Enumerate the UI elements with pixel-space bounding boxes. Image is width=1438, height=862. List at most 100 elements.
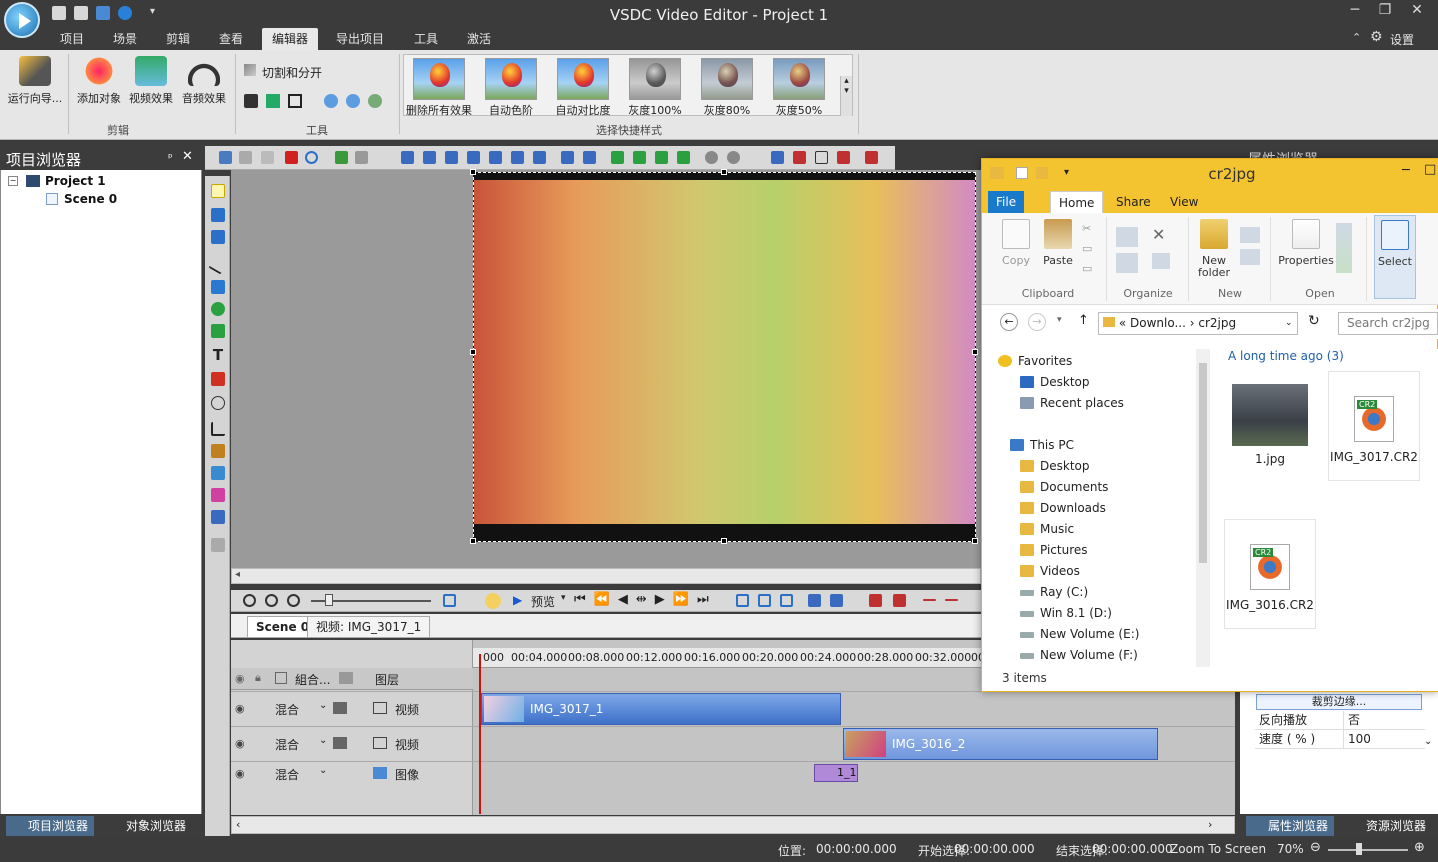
rotate-left-icon[interactable] <box>324 94 338 108</box>
nav-scrollbar[interactable] <box>1196 349 1210 667</box>
sprite-tool-icon[interactable] <box>211 230 225 244</box>
list-icon[interactable] <box>771 151 784 164</box>
refresh-icon[interactable]: ↻ <box>1308 313 1320 329</box>
text-tool-icon[interactable]: T <box>211 348 225 363</box>
callout-tool-icon[interactable] <box>211 396 225 410</box>
gallery-scroll[interactable]: ▴ ▾ <box>840 76 852 116</box>
copy-button[interactable]: Copy <box>998 219 1034 267</box>
style-gray-80[interactable] <box>701 58 753 100</box>
timeline-hscrollbar[interactable]: ‹ › <box>231 816 1235 834</box>
tab-properties[interactable]: 属性浏览器 <box>1246 816 1335 836</box>
explorer-minimize-button[interactable]: ─ <box>1402 163 1410 178</box>
style-auto-levels[interactable] <box>485 58 537 100</box>
send-back-icon[interactable] <box>677 151 690 164</box>
restore-button[interactable]: ❐ <box>1370 2 1400 24</box>
stabilize-icon[interactable] <box>368 94 382 108</box>
tab-activate[interactable]: 激活 <box>461 28 497 50</box>
undo-icon[interactable] <box>335 151 348 164</box>
audio-tool-icon[interactable] <box>211 488 225 502</box>
move-to-icon[interactable] <box>1116 227 1138 247</box>
tab-file[interactable]: File <box>988 191 1025 213</box>
nav-this-pc[interactable]: This PC <box>1010 435 1074 456</box>
tree-scene[interactable]: Scene 0 <box>64 192 117 206</box>
video-tool-icon[interactable] <box>211 510 225 524</box>
undo-cut-icon[interactable] <box>808 594 821 607</box>
timeline-ruler[interactable]: 000 00:04.000 00:08.000 00:12.000 00:16.… <box>473 648 985 668</box>
rotate-right-icon[interactable] <box>346 94 360 108</box>
tab-resources[interactable]: 资源浏览器 <box>1344 816 1432 836</box>
clip-img-3017[interactable]: IMG_3017_1 <box>481 693 841 725</box>
bring-front-icon[interactable] <box>655 151 668 164</box>
tab-editor[interactable]: 编辑器 <box>262 28 319 50</box>
nav-drive-c[interactable]: Ray (C:) <box>1020 582 1088 603</box>
zoom-slider-thumb[interactable] <box>325 594 333 606</box>
select-button[interactable]: Select <box>1374 215 1416 299</box>
rename-icon[interactable] <box>1152 253 1170 269</box>
align-left-icon[interactable] <box>423 151 436 164</box>
marker-in-icon[interactable] <box>758 594 771 607</box>
status-zoom-slider[interactable] <box>1328 849 1408 851</box>
nav-downloads[interactable]: Downloads <box>1020 498 1106 519</box>
tab-home[interactable]: Home <box>1050 191 1104 213</box>
video-effects-button[interactable]: 视频效果 <box>126 54 176 114</box>
tab-share[interactable]: Share <box>1108 191 1159 213</box>
copy-to-icon[interactable] <box>1116 253 1138 273</box>
pointer-tool-icon[interactable] <box>211 184 225 198</box>
remove-marker-icon[interactable] <box>923 599 936 601</box>
align-top-icon[interactable] <box>467 151 480 164</box>
nav-desktop[interactable]: Desktop <box>1020 456 1090 477</box>
paste-icon[interactable] <box>261 151 274 164</box>
flag-icon[interactable] <box>837 151 850 164</box>
blend-mode[interactable]: 混合 <box>275 701 299 718</box>
delete-icon[interactable] <box>285 151 298 164</box>
nav-music[interactable]: Music <box>1020 519 1074 540</box>
resize-handle[interactable] <box>470 538 476 544</box>
minimize-button[interactable]: ─ <box>1340 2 1370 24</box>
trim-icon[interactable] <box>266 94 280 108</box>
close-button[interactable]: ✕ <box>1402 2 1432 24</box>
crop-icon[interactable] <box>288 94 302 108</box>
zoom-in-status-icon[interactable]: ⊕ <box>1414 840 1425 855</box>
zoom-in-icon[interactable] <box>243 594 256 607</box>
transport-controls[interactable]: ⏮⏪◀⇹▶⏩⏭ <box>574 592 717 607</box>
remove-all-markers-icon[interactable] <box>945 599 958 601</box>
nav-recent-places[interactable]: Recent places <box>1020 393 1124 414</box>
blend-dropdown-icon[interactable]: ⌄ <box>319 765 327 776</box>
prop-scroll-down-icon[interactable]: ⌄ <box>1424 736 1432 747</box>
resize-handle[interactable] <box>972 538 978 544</box>
ellipse-tool-icon[interactable] <box>211 302 225 316</box>
align-icon[interactable] <box>401 151 414 164</box>
address-dropdown-icon[interactable]: ⌄ <box>1285 313 1293 334</box>
preview-dropdown-icon[interactable]: ▾ <box>561 593 566 603</box>
blend-dropdown-icon[interactable]: ⌄ <box>319 700 327 711</box>
select-all-icon[interactable] <box>305 151 318 164</box>
zoom-to-screen-button[interactable]: Zoom To Screen <box>1170 842 1266 856</box>
prop-row-speed[interactable]: 速度 ( % ) 100 <box>1255 730 1425 749</box>
add-object-button[interactable]: 添加对象 <box>72 54 126 114</box>
fill-icon[interactable] <box>583 151 596 164</box>
style-auto-contrast[interactable] <box>557 58 609 100</box>
breadcrumb-cr2jpg[interactable]: cr2jpg <box>1198 316 1236 330</box>
nav-scroll-thumb[interactable] <box>1199 363 1207 563</box>
file-img-3016-cr2[interactable]: CR2 IMG_3016.CR2 <box>1224 519 1316 629</box>
tab-video-clip[interactable]: 视频: IMG_3017_1 <box>307 616 431 637</box>
scroll-left-icon[interactable]: ‹ <box>236 818 240 831</box>
file-img-3017-cr2[interactable]: CR2 IMG_3017.CR2 <box>1328 371 1420 481</box>
breadcrumb-downloads[interactable]: Downlo... <box>1130 316 1186 330</box>
explorer-maximize-button[interactable]: □ <box>1424 162 1436 177</box>
zoom-out-status-icon[interactable]: ⊖ <box>1310 840 1321 855</box>
resize-handle[interactable] <box>721 538 727 544</box>
freeform-tool-icon[interactable] <box>211 324 225 338</box>
audio-effects-button[interactable]: 音频效果 <box>178 54 230 114</box>
new-item-icon[interactable] <box>1240 227 1260 243</box>
redo-icon[interactable] <box>355 151 368 164</box>
cut-split-button[interactable]: 切割和分开 <box>262 64 322 81</box>
clip-image-1[interactable]: 1_1 <box>814 764 858 782</box>
collapse-ribbon-icon[interactable]: ⌃ <box>1352 31 1361 44</box>
blend-mode[interactable]: 混合 <box>275 736 299 753</box>
clip-img-3016[interactable]: IMG_3016_2 <box>843 728 1158 760</box>
crop-edges-button[interactable]: 裁剪边缘... <box>1256 694 1422 710</box>
rectangle-tool-icon[interactable] <box>211 280 225 294</box>
resize-handle[interactable] <box>972 349 978 355</box>
preview-play-icon[interactable]: ▶ <box>513 593 522 607</box>
